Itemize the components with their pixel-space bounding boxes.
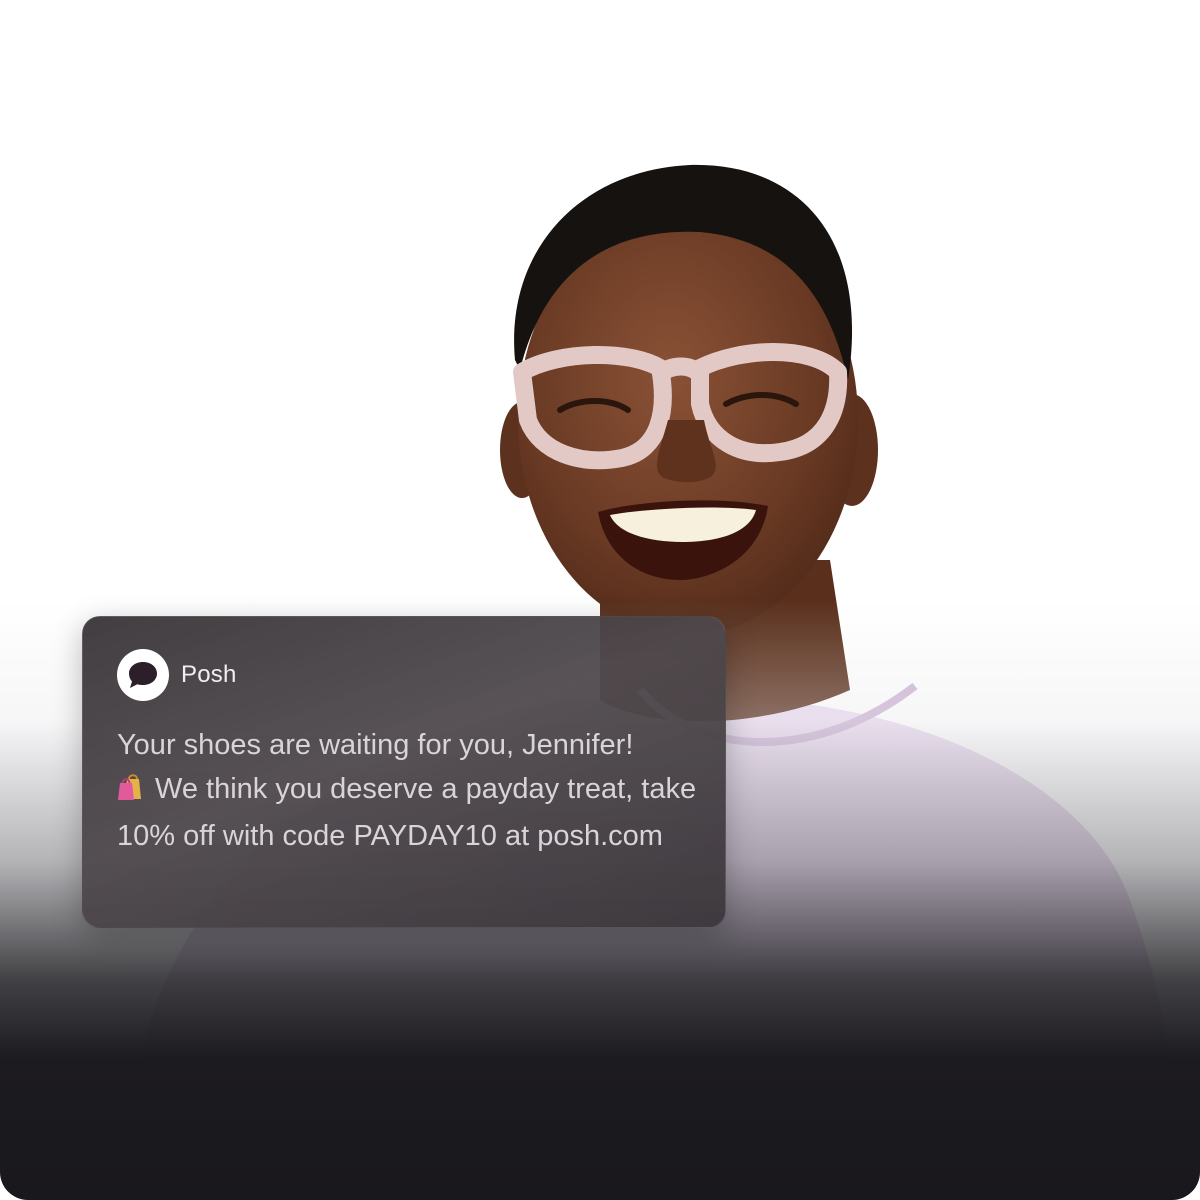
notification-header: Posh [117,649,691,701]
chat-bubble-icon [117,649,169,701]
smiling-woman-photo [120,164,1185,1200]
push-notification-card[interactable]: Posh Your shoes are waiting for you, Jen… [82,616,726,928]
message-line-1: Your shoes are waiting for you, Jennifer… [117,729,634,761]
promo-canvas: Posh Your shoes are waiting for you, Jen… [0,0,1200,1200]
shopping-bags-icon [117,770,147,814]
message-rest: We think you deserve a payday treat, tak… [117,773,697,852]
app-name: Posh [181,661,237,688]
notification-message: Your shoes are waiting for you, Jennifer… [117,723,707,858]
